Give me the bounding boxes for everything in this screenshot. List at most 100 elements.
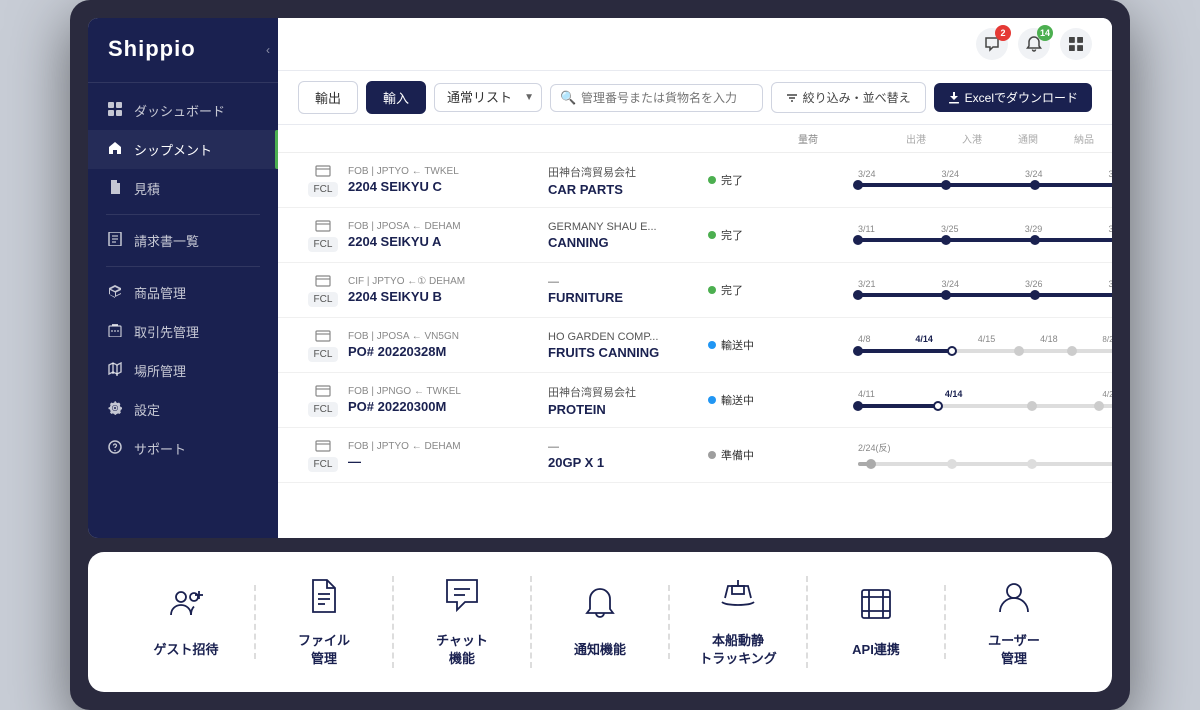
status-badge: 完了 [708, 172, 743, 188]
timeline-cell: 4/11 4/14 4/21迄 [858, 386, 1112, 414]
status-badge: 完了 [708, 282, 743, 298]
col-type [298, 131, 348, 146]
ship-route: FOB | JPTYO ← TWKEL [348, 166, 548, 177]
cargo-company: GERMANY SHAU E... [548, 221, 708, 233]
download-button[interactable]: Excelでダウンロード [934, 83, 1092, 112]
sidebar-label-invoice: 請求書一覧 [134, 231, 199, 250]
row-type: FCL [298, 328, 348, 362]
status-dot-transit [708, 396, 716, 404]
toolbar: 輸出 輸入 通常リスト ▼ 🔍 絞り込み・並べ替え Excelでダウンロード [278, 71, 1112, 125]
status-badge: 輸送中 [708, 392, 754, 408]
feature-label-user: ユーザー管理 [988, 632, 1040, 668]
status-badge: 輸送中 [708, 337, 754, 353]
cargo-info: — FURNITURE [548, 276, 708, 305]
nav-divider [106, 214, 260, 215]
feature-api[interactable]: API連携 [808, 585, 946, 659]
notification-button[interactable]: 14 [1018, 28, 1050, 60]
status-badge: 準備中 [708, 447, 754, 463]
sidebar-label-quote: 見積 [134, 179, 160, 198]
feature-vessel-track[interactable]: 本船動静トラッキング [670, 576, 808, 668]
ship-name: 2204 SEIKYU B [348, 289, 548, 304]
feature-chat[interactable]: チャット機能 [394, 576, 532, 668]
ship-route: FOB | JPOSA ← DEHAM [348, 221, 548, 232]
ship-info: FOB | JPOSA ← VN5GN PO# 20220328M [348, 331, 548, 359]
col-status [708, 131, 798, 146]
sidebar-item-quote[interactable]: 見積 [88, 169, 278, 208]
main-content: 2 14 輸出 輸入 通常リスト ▼ 🔍 [278, 18, 1112, 538]
feature-label-guest: ゲスト招待 [153, 641, 218, 659]
search-input[interactable] [550, 84, 763, 112]
status-cell: 完了 [708, 171, 798, 189]
ship-name: — [348, 454, 548, 469]
fcl-label: FCL [308, 457, 339, 472]
sidebar-item-settings[interactable]: 設定 [88, 390, 278, 429]
table-row: FCL FOB | JPNGO ← TWKEL PO# 20220300M 田神… [278, 373, 1112, 428]
status-cell: 輸送中 [708, 391, 798, 409]
feature-user-mgmt[interactable]: ユーザー管理 [946, 576, 1082, 668]
status-cell: 準備中 [708, 446, 798, 464]
table-header: 量荷 出港 入港 通関 納品 F/T [278, 125, 1112, 153]
cargo-name: PROTEIN [548, 402, 708, 417]
chat-badge: 2 [995, 25, 1011, 41]
ship-name: PO# 20220300M [348, 399, 548, 414]
import-tab[interactable]: 輸入 [366, 81, 426, 114]
feature-label-vessel: 本船動静トラッキング [699, 632, 777, 668]
cargo-company: 田神台湾貿易会社 [548, 384, 708, 400]
filter-label: 絞り込み・並べ替え [803, 89, 911, 106]
download-label: Excelでダウンロード [965, 89, 1078, 106]
status-dot [708, 231, 716, 239]
feature-bar: ゲスト招待 ファイル管理 [88, 552, 1112, 692]
feature-notification[interactable]: 通知機能 [532, 585, 670, 659]
sidebar-label-shipment: シップメント [134, 140, 212, 159]
list-select-wrap: 通常リスト ▼ [434, 83, 542, 112]
th-depart: 出港 [888, 131, 944, 146]
sidebar-label-dashboard: ダッシュボード [134, 101, 225, 120]
chat-feature-icon [443, 576, 481, 622]
ship-info: FOB | JPTYO ← DEHAM — [348, 441, 548, 469]
timeline-cell: 3/213/243/263/26 [858, 276, 1112, 304]
ship-route: FOB | JPNGO ← TWKEL [348, 386, 548, 397]
fcl-label: FCL [308, 182, 339, 197]
sidebar-item-invoice[interactable]: 請求書一覧 [88, 221, 278, 260]
collapse-button[interactable]: ‹ [266, 43, 278, 57]
th-arrive: 入港 [944, 131, 1000, 146]
table-row: FCL FOB | JPTYO ← DEHAM — — 20GP X 1 [278, 428, 1112, 483]
shipment-table: 量荷 出港 入港 通関 納品 F/T [278, 125, 1112, 538]
row-type: FCL [298, 273, 348, 307]
sidebar-item-dashboard[interactable]: ダッシュボード [88, 91, 278, 130]
app-container: Shippio ‹ ダッシュボード シップメント [88, 18, 1112, 538]
row-type: FCL [298, 438, 348, 472]
grid-menu-button[interactable] [1060, 28, 1092, 60]
export-tab[interactable]: 輸出 [298, 81, 358, 114]
ship-route: CIF | JPTYO ←① DEHAM [348, 276, 548, 287]
status-dot-preparing [708, 451, 716, 459]
sidebar-item-product[interactable]: 商品管理 [88, 273, 278, 312]
feature-label-file: ファイル管理 [298, 632, 350, 668]
chat-button[interactable]: 2 [976, 28, 1008, 60]
file-mgmt-icon [305, 576, 343, 622]
fcl-label: FCL [308, 347, 339, 362]
cargo-info: GERMANY SHAU E... CANNING [548, 221, 708, 250]
feature-file-mgmt[interactable]: ファイル管理 [256, 576, 394, 668]
sidebar-label-location: 場所管理 [134, 361, 186, 380]
building-icon [106, 323, 124, 340]
cargo-name: 20GP X 1 [548, 455, 708, 470]
cargo-company: HO GARDEN COMP... [548, 331, 708, 343]
api-icon [857, 585, 895, 631]
table-row: FCL FOB | JPOSA ← DEHAM 2204 SEIKYU A GE… [278, 208, 1112, 263]
cargo-company: 田神台湾貿易会社 [548, 164, 708, 180]
cargo-name: FRUITS CANNING [548, 345, 708, 360]
list-select[interactable]: 通常リスト [434, 83, 542, 112]
sidebar-item-shipment[interactable]: シップメント [88, 130, 278, 169]
sidebar-item-location[interactable]: 場所管理 [88, 351, 278, 390]
filter-button[interactable]: 絞り込み・並べ替え [771, 82, 926, 113]
status-cell: 輸送中 [708, 336, 798, 354]
question-icon [106, 440, 124, 457]
box-icon [106, 284, 124, 301]
sidebar-item-support[interactable]: サポート [88, 429, 278, 468]
status-dot-transit [708, 341, 716, 349]
cargo-company: — [548, 441, 708, 453]
sidebar-item-partner[interactable]: 取引先管理 [88, 312, 278, 351]
feature-guest-invite[interactable]: ゲスト招待 [118, 585, 256, 659]
search-icon: 🔍 [560, 90, 576, 106]
